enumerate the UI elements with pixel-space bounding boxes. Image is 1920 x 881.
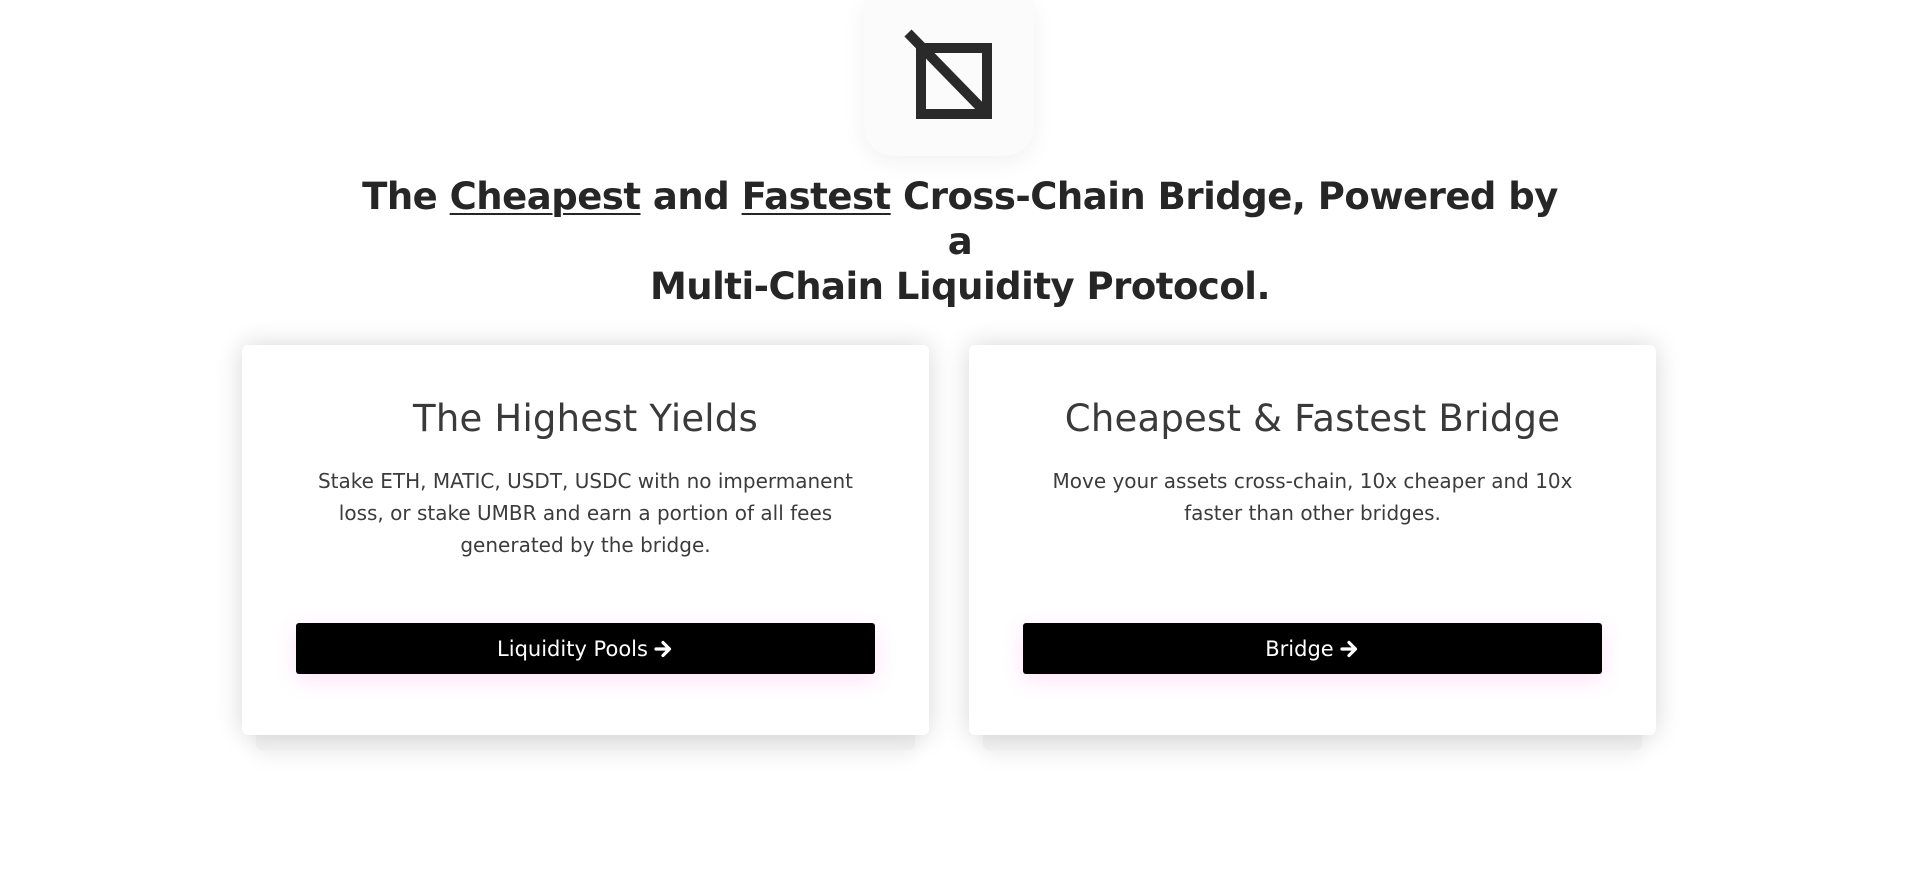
headline-text: Cross-Chain Bridge, Powered by a [890,175,1558,263]
bridge-card: Cheapest & Fastest Bridge Move your asse… [969,345,1656,735]
page-headline: The Cheapest and Fastest Cross-Chain Bri… [360,174,1560,309]
button-label: Liquidity Pools [497,636,648,661]
headline-text: The [362,175,450,218]
arrow-right-icon [1340,639,1360,659]
card-description: Stake ETH, MATIC, USDT, USDC with no imp… [317,469,854,557]
card-title: Cheapest & Fastest Bridge [1064,397,1561,440]
logo[interactable] [864,0,1034,156]
yields-card-wrap: The Highest Yields Stake ETH, MATIC, USD… [242,345,929,750]
headline-line2: Multi-Chain Liquidity Protocol. [649,265,1271,308]
button-label: Bridge [1265,636,1334,661]
liquidity-pools-button[interactable]: Liquidity Pools [296,623,875,674]
headline-cheapest: Cheapest [449,175,641,218]
umbria-logo-icon [904,29,992,119]
page: The Cheapest and Fastest Cross-Chain Bri… [0,0,1920,881]
arrow-right-icon [654,639,674,659]
card-description: Move your assets cross-chain, 10x cheape… [1052,469,1573,525]
headline-fastest: Fastest [741,175,892,218]
yields-card: The Highest Yields Stake ETH, MATIC, USD… [242,345,929,735]
bridge-button[interactable]: Bridge [1023,623,1602,674]
bridge-card-wrap: Cheapest & Fastest Bridge Move your asse… [969,345,1656,750]
headline-text: and [640,175,742,218]
card-title: The Highest Yields [413,397,758,440]
